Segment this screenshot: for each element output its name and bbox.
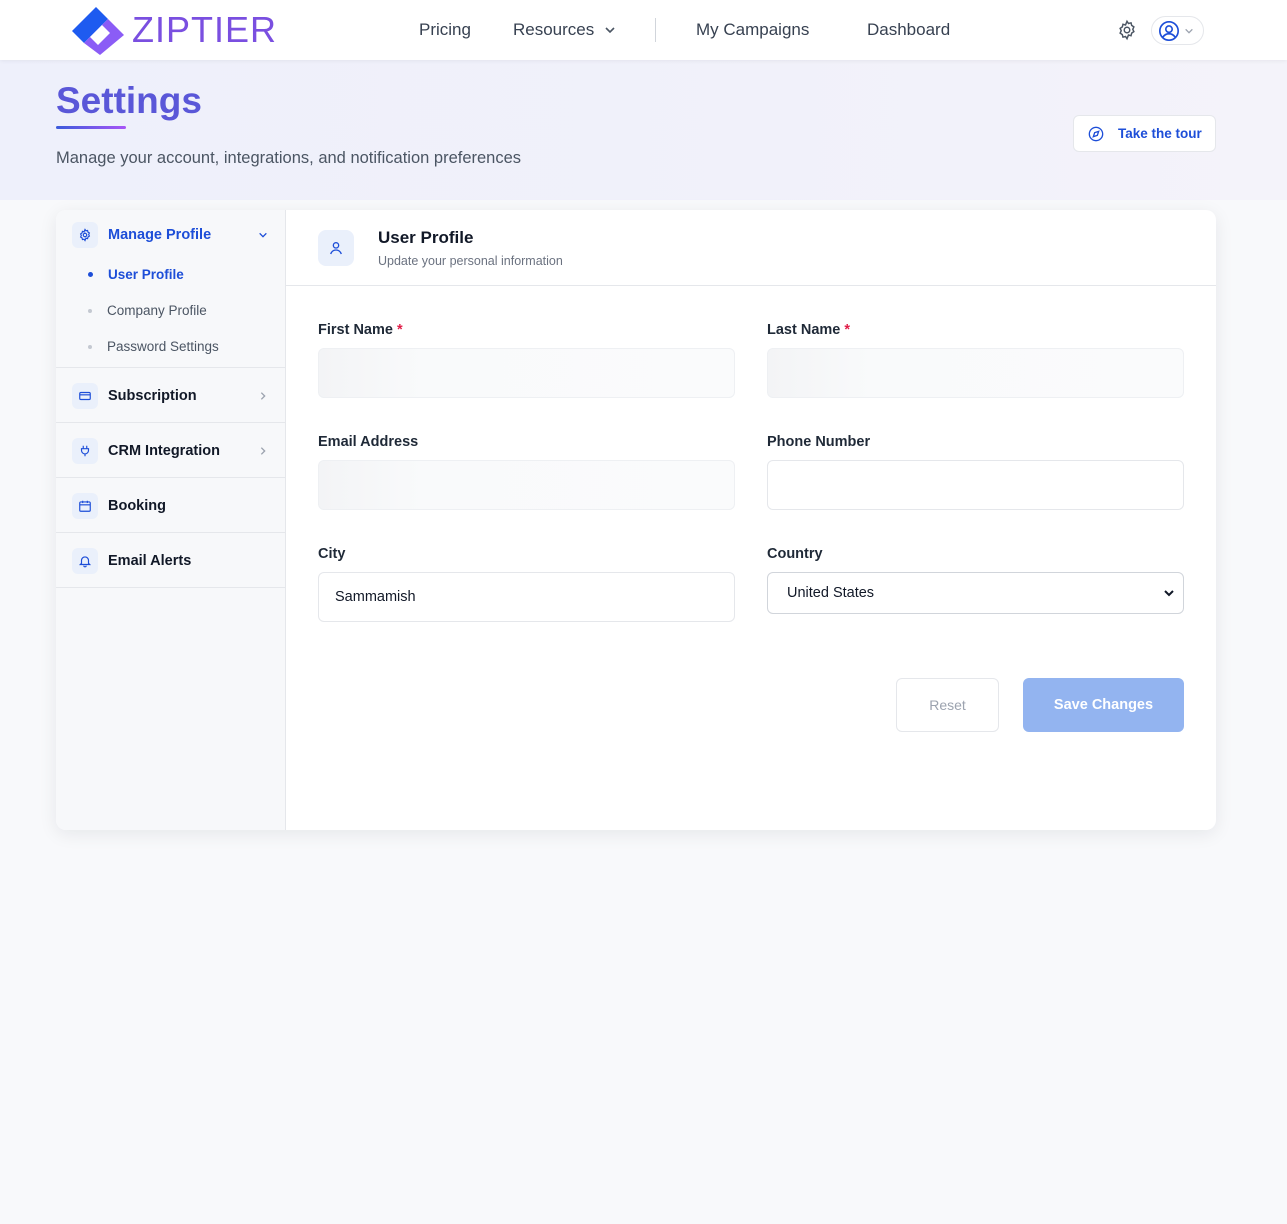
- country-label: Country: [767, 546, 823, 562]
- sidebar-item-label: CRM Integration: [108, 443, 220, 459]
- sidebar-item-subscription[interactable]: Subscription: [56, 368, 286, 423]
- bullet-dot: [88, 308, 92, 313]
- panel-title: User Profile: [378, 228, 474, 247]
- page-header: Settings Manage your account, integratio…: [0, 60, 1287, 200]
- sidebar-item-label: Subscription: [108, 388, 197, 404]
- sidebar-item-label: Manage Profile: [108, 227, 212, 243]
- chevron-down-icon: [605, 27, 615, 34]
- sidebar-group-manage-profile: Manage Profile User Profile Company Prof…: [56, 210, 286, 368]
- take-tour-label: Take the tour: [1118, 126, 1202, 141]
- sidebar-item-crm-integration[interactable]: CRM Integration: [56, 423, 286, 478]
- brand-name: ZIPTIER: [132, 9, 278, 50]
- chevron-right-icon: [260, 392, 266, 400]
- settings-sidebar: Manage Profile User Profile Company Prof…: [56, 210, 286, 830]
- panel-header: User Profile Update your personal inform…: [286, 210, 1216, 286]
- settings-gear-button[interactable]: [1116, 19, 1138, 41]
- sidebar-item-email-alerts[interactable]: Email Alerts: [56, 533, 286, 588]
- first-name-label: First Name *: [318, 322, 403, 338]
- chevron-down-icon[interactable]: [258, 230, 268, 240]
- first-name-field[interactable]: [318, 348, 735, 398]
- email-field[interactable]: [318, 460, 735, 510]
- settings-card: Manage Profile User Profile Company Prof…: [56, 210, 1216, 830]
- take-tour-button[interactable]: Take the tour: [1073, 115, 1216, 152]
- title-underline: [56, 126, 126, 129]
- user-icon: [318, 230, 354, 266]
- phone-field[interactable]: [767, 460, 1184, 510]
- user-profile-panel: User Profile Update your personal inform…: [286, 210, 1216, 830]
- gear-icon: [72, 222, 98, 248]
- page-subtitle: Manage your account, integrations, and n…: [56, 149, 522, 167]
- sidebar-subitem-company-profile[interactable]: Company Profile: [88, 303, 207, 318]
- sidebar-item-label: Booking: [108, 498, 166, 514]
- country-select[interactable]: United States: [767, 572, 1184, 614]
- chevron-down-icon: [1185, 28, 1193, 34]
- sidebar-item-manage-profile[interactable]: Manage Profile: [72, 222, 211, 248]
- sidebar-subitem-label: Password Settings: [107, 339, 219, 354]
- sidebar-item-email-alerts-head: Email Alerts: [72, 548, 191, 574]
- sidebar-item-label: Email Alerts: [108, 553, 192, 569]
- nav-dashboard[interactable]: Dashboard: [867, 20, 950, 40]
- last-name-field[interactable]: [767, 348, 1184, 398]
- sidebar-item-crm-head: CRM Integration: [72, 438, 220, 464]
- sidebar-item-booking-head: Booking: [72, 493, 166, 519]
- nav-my-campaigns[interactable]: My Campaigns: [696, 20, 809, 40]
- ziptier-logo-icon: [70, 3, 126, 57]
- last-name-label-text: Last Name: [767, 322, 841, 338]
- city-field[interactable]: Sammamish: [318, 572, 735, 622]
- country-value: United States: [787, 585, 875, 601]
- user-avatar-icon: [1159, 20, 1179, 41]
- page-title: Settings: [56, 80, 202, 121]
- email-label: Email Address: [318, 434, 419, 450]
- gear-icon: [1119, 19, 1135, 41]
- required-mark: *: [396, 322, 403, 338]
- credit-card-icon: [72, 383, 98, 409]
- first-name-label-text: First Name: [318, 322, 393, 338]
- nav-resources-label: Resources: [513, 20, 595, 39]
- active-dot: [88, 272, 93, 277]
- top-navbar: ZIPTIER Pricing Resources My Campaigns D…: [0, 0, 1287, 60]
- sidebar-subitem-user-profile[interactable]: User Profile: [88, 267, 184, 282]
- nav-divider: [655, 18, 656, 42]
- required-mark: *: [844, 322, 850, 338]
- sidebar-subitem-label: User Profile: [108, 267, 184, 282]
- calendar-icon: [72, 493, 98, 519]
- sidebar-item-booking[interactable]: Booking: [56, 478, 286, 533]
- plug-icon: [72, 438, 98, 464]
- nav-resources[interactable]: Resources: [513, 20, 616, 40]
- save-changes-button[interactable]: Save Changes: [1023, 678, 1184, 732]
- bell-icon: [72, 548, 98, 574]
- sidebar-subitem-label: Company Profile: [107, 303, 207, 318]
- bullet-dot: [88, 344, 92, 349]
- user-menu-button[interactable]: [1151, 16, 1204, 45]
- chevron-down-icon: [1164, 590, 1174, 597]
- city-value: Sammamish: [335, 589, 416, 605]
- brand-logo[interactable]: ZIPTIER: [70, 3, 277, 57]
- sidebar-subitem-password-settings[interactable]: Password Settings: [88, 339, 219, 354]
- nav-pricing[interactable]: Pricing: [419, 20, 471, 40]
- city-label: City: [318, 546, 346, 562]
- panel-subtitle: Update your personal information: [378, 254, 563, 268]
- compass-icon: [1088, 126, 1104, 141]
- reset-button[interactable]: Reset: [896, 678, 999, 732]
- sidebar-item-subscription-head: Subscription: [72, 383, 197, 409]
- chevron-right-icon: [260, 447, 266, 455]
- phone-label: Phone Number: [767, 434, 871, 450]
- last-name-label: Last Name *: [767, 322, 850, 338]
